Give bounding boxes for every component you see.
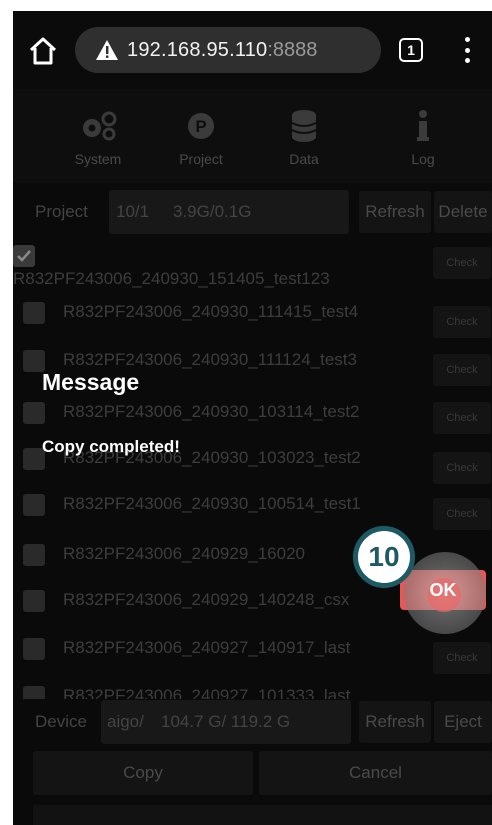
step-number-badge: 10 bbox=[353, 526, 415, 588]
row-checkbox[interactable] bbox=[23, 494, 45, 516]
row-name: R832PF243006_240929_16020 bbox=[63, 544, 306, 563]
row-check-button[interactable]: Check bbox=[433, 402, 491, 434]
overflow-menu-icon[interactable] bbox=[461, 35, 473, 65]
dialog-message: Copy completed! bbox=[42, 437, 180, 456]
row-name: R832PF243006_240930_151405_test123 bbox=[13, 269, 330, 288]
row-name: R832PF243006_240927_101333_last bbox=[63, 686, 351, 699]
row-checkbox[interactable] bbox=[23, 686, 45, 699]
project-refresh-button[interactable]: Refresh bbox=[359, 191, 431, 233]
browser-toolbar: 192.168.95.110:8888 1 bbox=[13, 11, 492, 89]
action-bar: Copy Cancel bbox=[13, 749, 492, 797]
cancel-button[interactable]: Cancel bbox=[259, 751, 492, 795]
project-size: 3.9G/0.1G bbox=[173, 202, 252, 221]
home-icon[interactable] bbox=[27, 35, 59, 67]
row-checkbox[interactable] bbox=[23, 590, 45, 612]
row-check-button[interactable]: Check bbox=[433, 247, 491, 279]
address-bar[interactable]: 192.168.95.110:8888 bbox=[75, 27, 381, 73]
device-label: Device bbox=[35, 712, 87, 731]
nav-item-data[interactable]: Data bbox=[259, 107, 349, 167]
ok-button[interactable]: OK bbox=[400, 570, 486, 610]
svg-text:P: P bbox=[195, 117, 206, 136]
row-name: R832PF243006_240929_140248_csx bbox=[63, 590, 350, 609]
tab-switcher-button[interactable]: 1 bbox=[399, 38, 423, 62]
nav-label-data: Data bbox=[289, 151, 319, 167]
project-delete-button[interactable]: Delete bbox=[434, 191, 492, 233]
not-secure-warning-icon[interactable] bbox=[95, 39, 119, 61]
project-bar: Project 10/1 3.9G/0.1G Refresh Delete bbox=[13, 190, 492, 234]
nav-label-system: System bbox=[74, 151, 122, 167]
row-checkbox[interactable] bbox=[23, 402, 45, 424]
web-page: System P Project Data Log Project 10/1 3… bbox=[13, 89, 492, 825]
project-count: 10/1 bbox=[116, 202, 150, 221]
device-bar: Device aigo/ 104.7 G/ 119.2 G Refresh Ej… bbox=[13, 700, 492, 744]
row-name: R832PF243006_240930_103114_test2 bbox=[63, 402, 360, 421]
footer-panel bbox=[33, 805, 492, 825]
info-icon bbox=[378, 107, 468, 145]
nav-item-project[interactable]: P Project bbox=[156, 107, 246, 167]
row-checkbox[interactable] bbox=[23, 302, 45, 324]
row-name: R832PF243006_240930_111415_test4 bbox=[63, 302, 359, 321]
row-check-button[interactable]: Check bbox=[433, 642, 491, 674]
project-label: Project bbox=[35, 202, 88, 221]
device-eject-button[interactable]: Eject bbox=[434, 701, 492, 743]
row-name: R832PF243006_240927_140917_last bbox=[63, 638, 351, 657]
row-name: R832PF243006_240930_111124_test3 bbox=[63, 350, 357, 369]
row-name: R832PF243006_240930_100514_test1 bbox=[63, 494, 361, 513]
device-refresh-button[interactable]: Refresh bbox=[359, 701, 431, 743]
top-nav: System P Project Data Log bbox=[13, 89, 492, 183]
row-checkbox[interactable] bbox=[13, 245, 35, 267]
row-checkbox[interactable] bbox=[23, 544, 45, 566]
nav-item-log[interactable]: Log bbox=[378, 107, 468, 167]
nav-item-system[interactable]: System bbox=[53, 107, 143, 167]
row-check-button[interactable]: Check bbox=[433, 452, 491, 484]
copy-button[interactable]: Copy bbox=[33, 751, 253, 795]
p-circle-icon: P bbox=[156, 107, 246, 145]
row-checkbox[interactable] bbox=[23, 638, 45, 660]
nav-label-log: Log bbox=[411, 151, 435, 167]
project-list: R832PF243006_240930_151405_test123 Check… bbox=[13, 239, 492, 699]
gears-icon bbox=[53, 107, 143, 145]
row-check-button[interactable]: Check bbox=[433, 354, 491, 386]
row-check-button[interactable]: Check bbox=[433, 498, 491, 530]
device-size: 104.7 G/ 119.2 G bbox=[161, 712, 291, 731]
dialog-title: Message bbox=[42, 369, 140, 395]
url-port: :8888 bbox=[267, 38, 318, 61]
nav-label-project: Project bbox=[179, 151, 223, 167]
database-icon bbox=[259, 107, 349, 145]
device-name: aigo/ bbox=[107, 712, 144, 731]
phone-screen: 192.168.95.110:8888 1 System P Project … bbox=[13, 11, 492, 825]
url-host: 192.168.95.110 bbox=[127, 38, 268, 61]
row-check-button[interactable]: Check bbox=[433, 306, 491, 338]
